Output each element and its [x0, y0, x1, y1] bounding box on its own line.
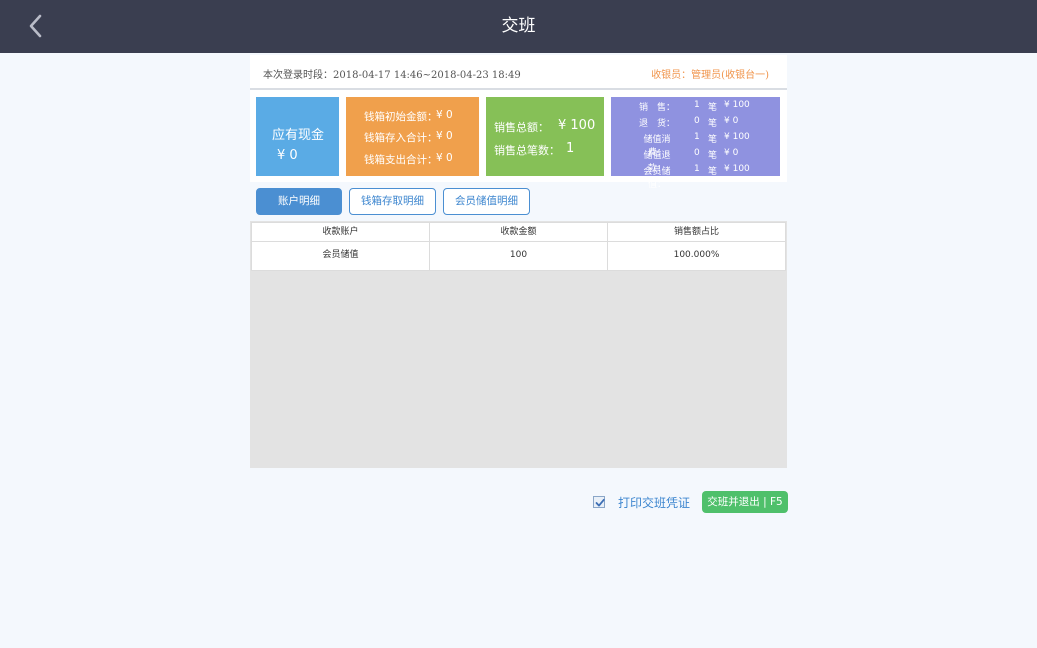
- sales-card: 销售总额： ¥ 100 销售总笔数： 1: [486, 97, 604, 176]
- cashier-name: 收银员：管理员(收银台一): [651, 70, 769, 81]
- detail-row: 销 售： 1 笔 ¥ 100: [611, 100, 780, 113]
- detail-amount: ¥ 100: [724, 164, 750, 174]
- summary-panel: 应有现金 ¥ 0 钱箱初始金额： ¥ 0 钱箱存入合计： ¥ 0 钱箱支出合计：…: [250, 90, 787, 190]
- detail-amount: ¥ 0: [724, 116, 739, 126]
- cashbox-label: 钱箱存入合计：: [364, 132, 438, 144]
- cashbox-label: 钱箱初始金额：: [364, 111, 438, 123]
- detail-amount: ¥ 100: [724, 132, 750, 142]
- detail-count: 0: [694, 148, 700, 158]
- column-header: 收款金额: [429, 222, 608, 242]
- top-bar: 交班: [0, 0, 1037, 53]
- detail-row: 储值消费： 1 笔 ¥ 100: [611, 132, 780, 158]
- cashbox-label: 钱箱支出合计：: [364, 154, 438, 166]
- cashbox-value: ¥ 0: [436, 152, 453, 164]
- cash-due-card: 应有现金 ¥ 0: [256, 97, 339, 176]
- sales-row: 销售总笔数： 1: [494, 141, 604, 158]
- sales-count-label: 销售总笔数：: [494, 144, 560, 157]
- cashbox-value: ¥ 0: [436, 109, 453, 121]
- detail-count: 1: [694, 164, 700, 174]
- table-header-row: 收款账户 收款金额 销售额占比: [251, 222, 786, 242]
- column-header: 销售额占比: [607, 222, 786, 242]
- detail-count: 0: [694, 116, 700, 126]
- sales-count-value: 1: [566, 141, 575, 156]
- detail-row: 储值退款： 0 笔 ¥ 0: [611, 148, 780, 174]
- transaction-detail-card: 销 售： 1 笔 ¥ 100 退 货： 0 笔 ¥ 0 储值消费： 1 笔 ¥ …: [611, 97, 780, 190]
- detail-count: 1: [694, 100, 700, 110]
- detail-row: 退 货： 0 笔 ¥ 0: [611, 116, 780, 129]
- detail-name: 会员储值：: [643, 167, 671, 190]
- cashbox-card: 钱箱初始金额： ¥ 0 钱箱存入合计： ¥ 0 钱箱支出合计： ¥ 0: [346, 97, 479, 176]
- detail-unit: 笔: [708, 167, 718, 177]
- handover-exit-button[interactable]: 交班并退出 | F5: [702, 491, 788, 513]
- account-table: 收款账户 收款金额 销售额占比 会员储值 100 100.000%: [250, 221, 787, 468]
- detail-unit: 笔: [708, 135, 718, 145]
- table-cell: 会员储值: [251, 242, 430, 271]
- detail-unit: 笔: [708, 103, 718, 113]
- cash-due-label: 应有现金: [272, 128, 325, 143]
- detail-count: 1: [694, 132, 700, 142]
- tab-member-deposit-detail[interactable]: 会员储值明细: [443, 188, 530, 215]
- session-info: 本次登录时段：2018-04-17 14:46~2018-04-23 18:49…: [250, 55, 787, 90]
- detail-name: 退 货：: [638, 119, 675, 129]
- table-cell: 100: [429, 242, 608, 271]
- detail-amount: ¥ 100: [724, 100, 750, 110]
- print-receipt-label[interactable]: 打印交班凭证: [618, 494, 690, 511]
- checkmark-icon: [595, 498, 605, 507]
- detail-row: 会员储值： 1 笔 ¥ 100: [611, 164, 780, 190]
- cashbox-row: 钱箱初始金额： ¥ 0: [364, 109, 464, 124]
- detail-name: 销 售：: [638, 103, 675, 113]
- sales-total-value: ¥ 100: [558, 118, 596, 133]
- detail-amount: ¥ 0: [724, 148, 739, 158]
- sales-total-label: 销售总额：: [494, 121, 549, 134]
- detail-unit: 笔: [708, 151, 718, 161]
- column-header: 收款账户: [251, 222, 430, 242]
- page-title: 交班: [501, 16, 536, 36]
- table-row[interactable]: 会员储值 100 100.000%: [251, 242, 786, 271]
- tab-cashbox-detail[interactable]: 钱箱存取明细: [349, 188, 436, 215]
- login-time: 本次登录时段：2018-04-17 14:46~2018-04-23 18:49: [263, 70, 521, 81]
- cashbox-row: 钱箱支出合计： ¥ 0: [364, 152, 464, 167]
- cash-due-value: ¥ 0: [277, 148, 298, 163]
- table-cell: 100.000%: [607, 242, 786, 271]
- cashbox-value: ¥ 0: [436, 130, 453, 142]
- sales-row: 销售总额： ¥ 100: [494, 118, 604, 135]
- print-receipt-checkbox[interactable]: [593, 496, 605, 508]
- tab-account-detail[interactable]: 账户明细: [256, 188, 342, 215]
- cashbox-row: 钱箱存入合计： ¥ 0: [364, 130, 464, 145]
- detail-unit: 笔: [708, 119, 718, 129]
